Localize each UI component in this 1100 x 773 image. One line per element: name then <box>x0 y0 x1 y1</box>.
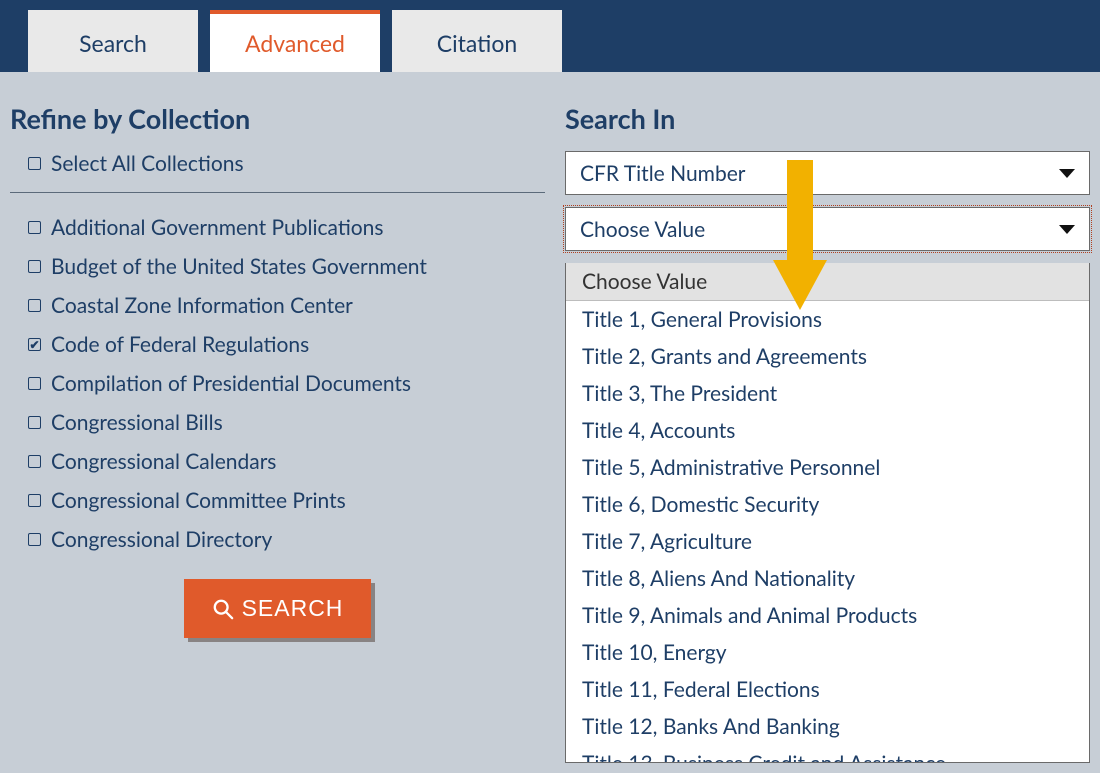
collection-item[interactable]: Congressional Directory <box>28 527 545 552</box>
checkbox-icon <box>28 494 41 507</box>
collection-item-label: Code of Federal Regulations <box>51 332 309 357</box>
chevron-down-icon <box>1059 169 1075 178</box>
collection-item[interactable]: Code of Federal Regulations <box>28 332 545 357</box>
collection-item-label: Coastal Zone Information Center <box>51 293 353 318</box>
refine-heading: Refine by Collection <box>10 102 545 135</box>
checkbox-icon <box>28 416 41 429</box>
collection-item[interactable]: Congressional Bills <box>28 410 545 435</box>
option-item[interactable]: Title 3, The President <box>566 375 1089 412</box>
checkbox-icon <box>28 455 41 468</box>
option-item[interactable]: Title 7, Agriculture <box>566 523 1089 560</box>
search-button[interactable]: SEARCH <box>184 579 372 638</box>
top-tab-bar: Search Advanced Citation <box>0 0 1100 72</box>
option-item[interactable]: Title 4, Accounts <box>566 412 1089 449</box>
option-item[interactable]: Title 10, Energy <box>566 634 1089 671</box>
checkbox-icon <box>28 260 41 273</box>
tab-citation[interactable]: Citation <box>392 10 562 72</box>
checkbox-icon <box>28 377 41 390</box>
checkbox-icon <box>28 533 41 546</box>
option-item[interactable]: Title 8, Aliens And Nationality <box>566 560 1089 597</box>
collection-item-label: Budget of the United States Government <box>51 254 427 279</box>
collection-item[interactable]: Congressional Committee Prints <box>28 488 545 513</box>
collection-item[interactable]: Budget of the United States Government <box>28 254 545 279</box>
option-item[interactable]: Title 12, Banks And Banking <box>566 708 1089 745</box>
collection-item-label: Compilation of Presidential Documents <box>51 371 411 396</box>
checkbox-icon <box>28 157 41 170</box>
value-select[interactable]: Choose Value <box>565 207 1090 251</box>
tab-advanced[interactable]: Advanced <box>210 10 380 72</box>
option-item[interactable]: Title 13, Business Credit and Assistance <box>566 745 1089 763</box>
select-all-label: Select All Collections <box>51 151 244 176</box>
option-item[interactable]: Title 6, Domestic Security <box>566 486 1089 523</box>
collection-item-label: Additional Government Publications <box>51 215 384 240</box>
search-button-label: SEARCH <box>242 595 344 622</box>
option-item[interactable]: Title 9, Animals and Animal Products <box>566 597 1089 634</box>
refine-panel: Refine by Collection Select All Collecti… <box>10 102 565 763</box>
collection-item[interactable]: Additional Government Publications <box>28 215 545 240</box>
collection-item[interactable]: Coastal Zone Information Center <box>28 293 545 318</box>
collection-item[interactable]: Compilation of Presidential Documents <box>28 371 545 396</box>
field-select-value: CFR Title Number <box>580 161 745 186</box>
collection-item-label: Congressional Directory <box>51 527 272 552</box>
checkbox-checked-icon <box>28 338 41 351</box>
option-item[interactable]: Title 1, General Provisions <box>566 301 1089 338</box>
collection-item-label: Congressional Bills <box>51 410 223 435</box>
checkbox-icon <box>28 221 41 234</box>
chevron-down-icon <box>1059 225 1075 234</box>
option-item[interactable]: Title 2, Grants and Agreements <box>566 338 1089 375</box>
select-all-collections[interactable]: Select All Collections <box>10 151 545 176</box>
divider <box>10 192 545 193</box>
search-in-panel: Search In CFR Title Number Choose Value … <box>565 102 1090 763</box>
search-in-heading: Search In <box>565 102 1090 135</box>
checkbox-icon <box>28 299 41 312</box>
collection-item[interactable]: Congressional Calendars <box>28 449 545 474</box>
content-area: Refine by Collection Select All Collecti… <box>0 72 1100 773</box>
option-item[interactable]: Title 11, Federal Elections <box>566 671 1089 708</box>
value-options-panel[interactable]: Choose ValueTitle 1, General ProvisionsT… <box>565 263 1090 763</box>
value-select-value: Choose Value <box>580 217 705 242</box>
field-select[interactable]: CFR Title Number <box>565 151 1090 195</box>
option-item[interactable]: Title 5, Administrative Personnel <box>566 449 1089 486</box>
search-icon <box>212 598 234 620</box>
collection-item-label: Congressional Calendars <box>51 449 276 474</box>
option-placeholder[interactable]: Choose Value <box>566 263 1089 301</box>
collection-item-label: Congressional Committee Prints <box>51 488 346 513</box>
collection-list: Additional Government Publications Budget… <box>10 215 545 555</box>
tab-search[interactable]: Search <box>28 10 198 72</box>
